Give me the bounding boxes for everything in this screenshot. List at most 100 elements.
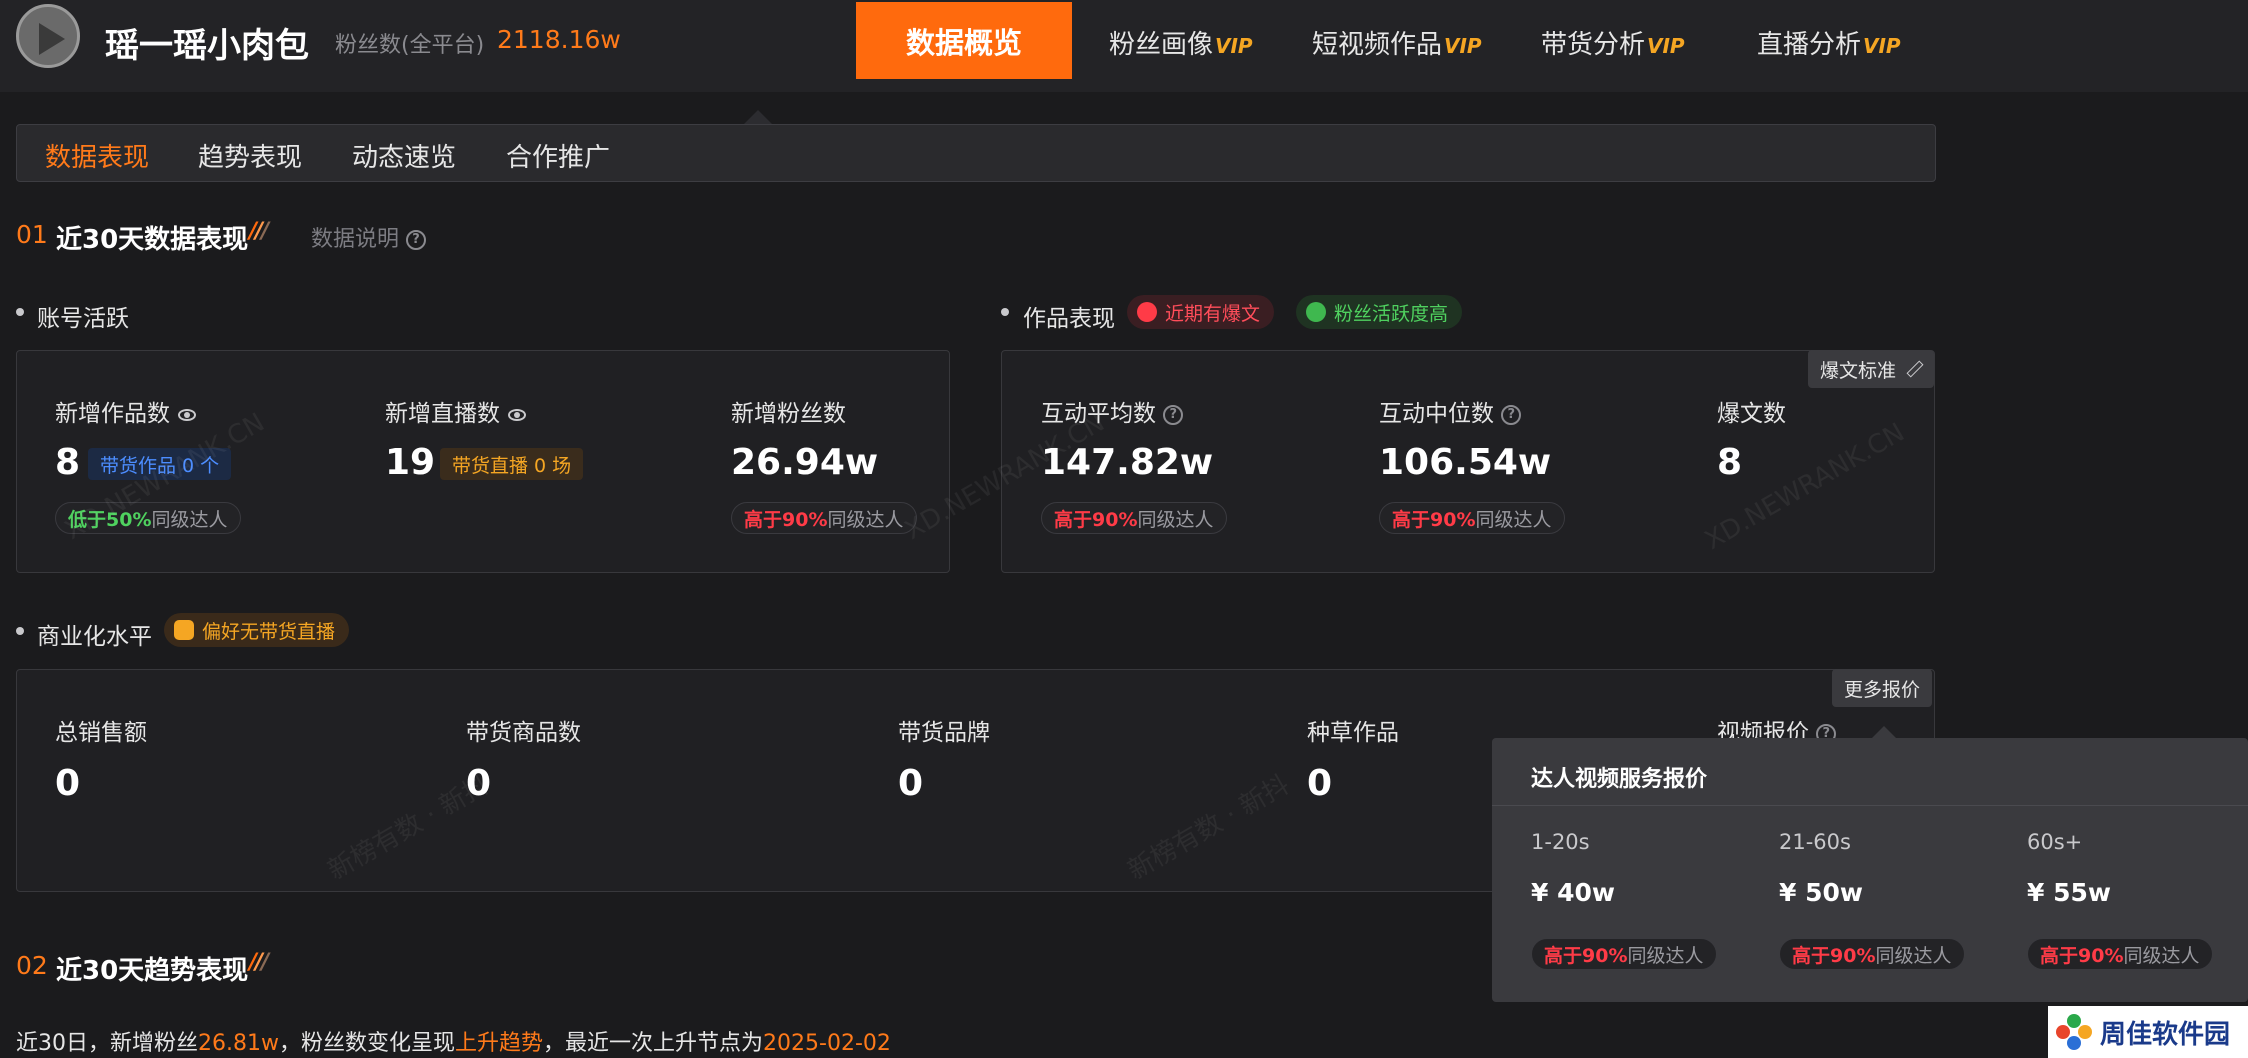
subtab-cooperation[interactable]: 合作推广	[506, 137, 610, 174]
compare-badge: 高于90% 同级达人	[1531, 938, 1717, 970]
metric-value-total-sales: 0	[55, 763, 81, 804]
commerce-level-title: 商业化水平	[37, 624, 152, 650]
data-note-link[interactable]: 数据说明 ?	[311, 221, 427, 253]
metric-label-hot-count: 爆文数	[1717, 401, 1786, 427]
help-icon[interactable]: ?	[1163, 404, 1184, 425]
help-icon: ?	[406, 230, 427, 250]
more-quotes-button[interactable]: 更多报价	[1832, 669, 1933, 707]
compare-prefix: 高于90%	[2040, 944, 2124, 967]
avatar[interactable]	[16, 4, 80, 68]
metric-value-median-interaction: 106.54w	[1379, 442, 1552, 483]
fans-count-label: 粉丝数(全平台)	[335, 33, 485, 58]
metric-label-new-fans: 新增粉丝数	[731, 401, 846, 427]
section-decor-icon: ///	[249, 219, 269, 244]
summary-trend: 上升趋势	[455, 1031, 544, 1056]
logo-text: 周佳软件园	[2100, 1019, 2231, 1050]
hot-standard-button[interactable]: 爆文标准	[1808, 350, 1935, 388]
compare-prefix: 高于90%	[1392, 508, 1476, 531]
metric-label-total-sales: 总销售额	[55, 720, 147, 746]
vip-badge: VIP	[1444, 34, 1482, 58]
nav-tab-short-video[interactable]: 短视频作品 VIP	[1312, 24, 1482, 61]
compare-prefix: 高于90%	[1792, 944, 1876, 967]
subtab-bar	[16, 124, 1936, 182]
metric-value-new-works: 8	[55, 442, 81, 483]
label-text: 互动平均数	[1041, 401, 1156, 427]
data-note-label: 数据说明	[311, 227, 400, 252]
metric-value-goods-count: 0	[466, 763, 492, 804]
price-value: ¥ 55w	[2027, 878, 2111, 907]
compare-suffix: 同级达人	[2123, 944, 2200, 967]
help-icon[interactable]: ?	[1501, 404, 1522, 425]
section-number: 02	[16, 951, 48, 980]
compare-prefix: 高于90%	[744, 508, 828, 531]
button-label: 爆文标准	[1820, 359, 1897, 382]
metric-label-new-lives: 新增直播数	[385, 394, 526, 428]
subtab-dynamics[interactable]: 动态速览	[352, 137, 456, 174]
eye-icon[interactable]	[508, 408, 526, 421]
account-active-title: 账号活跃	[37, 306, 129, 332]
metric-label-avg-interaction: 互动平均数 ?	[1041, 394, 1184, 428]
popup-title: 达人视频服务报价	[1531, 767, 1708, 792]
compare-suffix: 同级达人	[1475, 508, 1552, 531]
compare-suffix: 同级达人	[151, 508, 228, 531]
eye-icon[interactable]	[178, 408, 196, 421]
price-value: ¥ 50w	[1779, 878, 1863, 907]
summary-text: ，最近一次上升节点为	[543, 1031, 764, 1056]
price-range: 21-60s	[1779, 830, 1851, 854]
works-performance-title: 作品表现	[1023, 306, 1115, 332]
bullet-dot	[16, 627, 24, 635]
no-commerce-live-tag: 偏好无带货直播	[164, 613, 350, 647]
compare-badge: 高于90% 同级达人	[731, 502, 917, 534]
trend-summary: 近30日，新增粉丝26.81w，粉丝数变化呈现上升趋势，最近一次上升节点为202…	[16, 1025, 891, 1057]
live-icon	[174, 620, 194, 640]
section-title: 近30天趋势表现	[56, 956, 249, 986]
nav-tab-live-analysis[interactable]: 直播分析 VIP	[1757, 24, 1901, 61]
vip-badge: VIP	[1647, 34, 1685, 58]
section-title: 近30天数据表现	[56, 225, 249, 255]
section-number: 01	[16, 220, 48, 249]
popup-pointer	[1872, 726, 1896, 738]
label-text: 互动中位数	[1379, 401, 1494, 427]
edit-icon	[1906, 361, 1922, 377]
metric-value-seeding-works: 0	[1307, 763, 1333, 804]
compare-badge: 高于90% 同级达人	[1779, 938, 1965, 970]
compare-badge: 高于90% 同级达人	[1379, 502, 1565, 534]
site-logo-badge: 周佳软件园	[2048, 1006, 2248, 1058]
fans-active-tag: 粉丝活跃度高	[1296, 295, 1463, 329]
nav-label: 直播分析	[1757, 30, 1862, 60]
label-text: 新增直播数	[385, 401, 500, 427]
logo-icon	[2056, 1014, 2092, 1050]
nav-tab-fans-profile[interactable]: 粉丝画像 VIP	[1109, 24, 1253, 61]
nav-label: 带货分析	[1541, 30, 1646, 60]
compare-badge: 高于90% 同级达人	[1041, 502, 1227, 534]
nav-tab-commerce-analysis[interactable]: 带货分析 VIP	[1541, 24, 1685, 61]
label-text: 新增作品数	[55, 401, 170, 427]
tag-label: 近期有爆文	[1165, 302, 1261, 325]
compare-suffix: 同级达人	[1627, 944, 1704, 967]
fans-count-value: 2118.16w	[497, 25, 621, 54]
price-value: ¥ 40w	[1531, 878, 1615, 907]
price-range: 1-20s	[1531, 830, 1590, 854]
summary-fans: 26.81w	[198, 1031, 279, 1056]
metric-label-seeding-works: 种草作品	[1307, 720, 1399, 746]
vip-badge: VIP	[1215, 34, 1253, 58]
hot-article-tag: 近期有爆文	[1127, 295, 1275, 329]
fire-icon	[1137, 302, 1157, 322]
vip-badge: VIP	[1863, 34, 1901, 58]
metric-value-brands: 0	[898, 763, 924, 804]
metric-value-hot-count: 8	[1717, 442, 1743, 483]
compare-suffix: 同级达人	[1875, 944, 1952, 967]
metric-value-new-lives: 19	[385, 442, 436, 483]
user-icon	[1306, 302, 1326, 322]
tag-label: 偏好无带货直播	[202, 620, 336, 643]
bullet-dot	[1001, 308, 1009, 316]
compare-badge: 低于50% 同级达人	[55, 502, 241, 534]
commerce-works-pill: 带货作品 0 个	[88, 448, 232, 480]
compare-suffix: 同级达人	[1137, 508, 1214, 531]
subtab-trend[interactable]: 趋势表现	[198, 137, 302, 174]
commerce-lives-pill: 带货直播 0 场	[440, 448, 584, 480]
section-decor-icon: ///	[249, 950, 269, 975]
compare-prefix: 低于50%	[68, 508, 152, 531]
subtab-data-performance[interactable]: 数据表现	[45, 137, 149, 174]
nav-tab-data-overview[interactable]: 数据概览	[856, 2, 1072, 79]
